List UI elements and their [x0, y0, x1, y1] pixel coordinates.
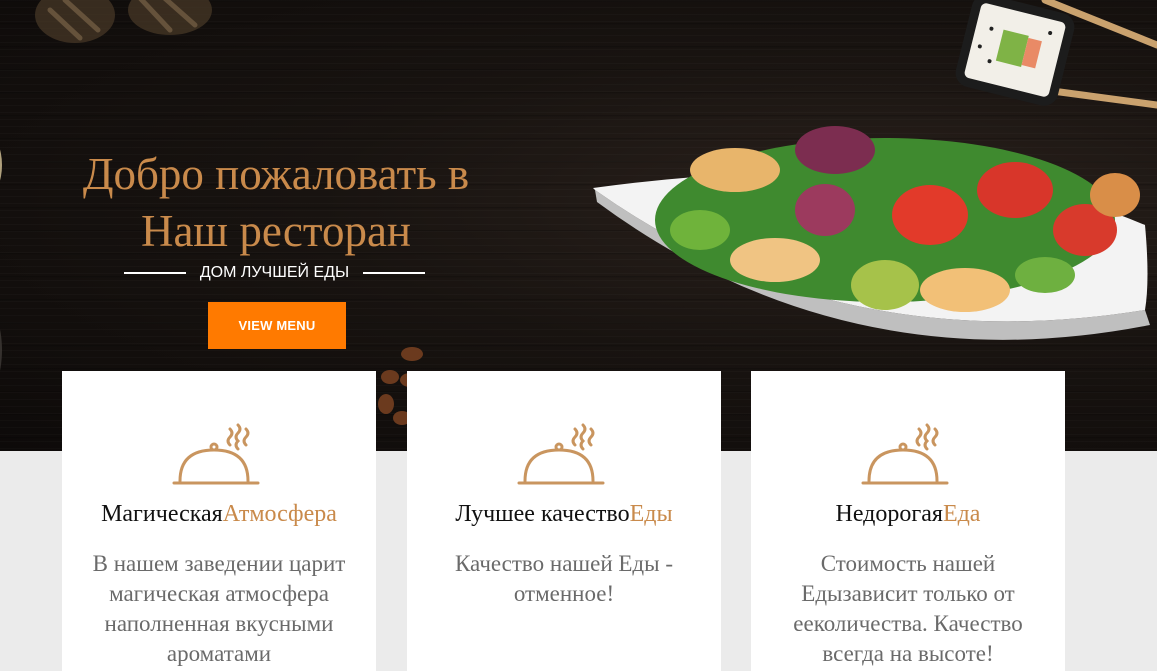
- salad-plate-image: [593, 126, 1150, 340]
- feature-title-plain: Недорогая: [835, 501, 943, 527]
- cloche-icon: [172, 423, 260, 485]
- feature-title: МагическаяАтмосфера: [62, 499, 376, 529]
- feature-title: Лучшее качествоЕды: [407, 499, 721, 529]
- feature-card-quality: Лучшее качествоЕды Качество нашей Еды - …: [407, 371, 721, 671]
- cloche-icon: [517, 423, 605, 485]
- feature-description: Качество нашей Еды - отменное!: [455, 551, 673, 606]
- feature-title-accent: Атмосфера: [222, 501, 337, 527]
- feature-title-plain: Лучшее качество: [455, 501, 630, 527]
- hero-title: Добро пожаловать в Наш ресторан: [40, 146, 512, 260]
- feature-title-accent: Еды: [629, 501, 673, 527]
- feature-card-atmosphere: МагическаяАтмосфера В нашем заведении ца…: [62, 371, 376, 671]
- cloche-icon: [861, 423, 949, 485]
- sushi-chopsticks-decoration: [955, 0, 1157, 109]
- view-menu-button[interactable]: VIEW MENU: [208, 302, 346, 349]
- feature-title-accent: Еда: [942, 501, 981, 527]
- pasta-decoration: [35, 0, 212, 43]
- bowl-edge-decoration: [0, 149, 2, 371]
- tagline: ДОМ ЛУЧШЕЙ ЕДЫ: [118, 262, 431, 284]
- tagline-divider-left: [123, 272, 186, 274]
- tagline-text: ДОМ ЛУЧШЕЙ ЕДЫ: [199, 264, 350, 281]
- feature-title: НедорогаяЕда: [751, 499, 1065, 529]
- feature-description: В нашем заведении царит магическая атмос…: [92, 551, 346, 666]
- feature-card-price: НедорогаяЕда Стоимость нашей Едызависит …: [751, 371, 1065, 671]
- hero-title-line-2: Наш ресторан: [140, 206, 412, 256]
- tagline-divider-right: [363, 272, 426, 274]
- feature-description: Стоимость нашей Едызависит только от еек…: [793, 551, 1023, 666]
- hero-title-line-1: Добро пожаловать в: [82, 149, 470, 199]
- feature-title-plain: Магическая: [101, 501, 223, 527]
